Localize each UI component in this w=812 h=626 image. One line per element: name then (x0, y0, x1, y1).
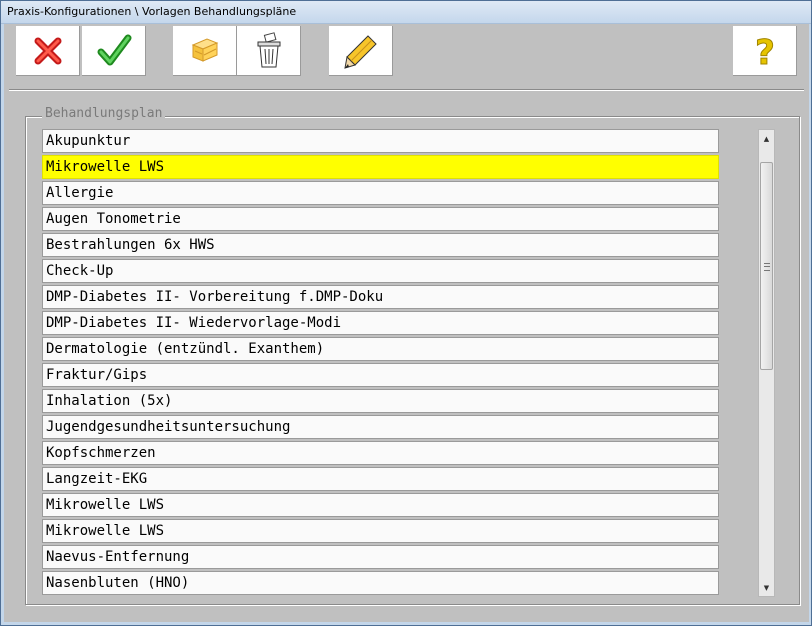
ok-button[interactable] (82, 26, 146, 76)
list-item[interactable]: DMP-Diabetes II- Vorbereitung f.DMP-Doku (42, 285, 719, 309)
edit-button[interactable] (329, 26, 393, 76)
delete-button[interactable] (237, 26, 301, 76)
vertical-scrollbar[interactable]: ▲ ▼ (758, 129, 775, 597)
list-item[interactable]: Akupunktur (42, 129, 719, 153)
scroll-up-button[interactable]: ▲ (759, 130, 774, 147)
list-item[interactable]: DMP-Diabetes II- Wiedervorlage-Modi (42, 311, 719, 335)
stacked-boxes-icon (191, 38, 219, 62)
list-item[interactable]: Dermatologie (entzündl. Exanthem) (42, 337, 719, 361)
list-item[interactable]: Mikrowelle LWS (42, 519, 719, 543)
copy-button[interactable] (173, 26, 237, 76)
group-legend: Behandlungsplan (42, 106, 166, 121)
list-item[interactable]: Mikrowelle LWS (42, 155, 719, 179)
list-item[interactable]: Allergie (42, 181, 719, 205)
list-item[interactable]: Fraktur/Gips (42, 363, 719, 387)
list-item[interactable]: Jugendgesundheitsuntersuchung (42, 415, 719, 439)
main-window: Praxis-Konfigurationen \ Vorlagen Behand… (0, 0, 812, 626)
list-item[interactable]: Bestrahlungen 6x HWS (42, 233, 719, 257)
list-item[interactable]: Nasenbluten (HNO) (42, 571, 719, 595)
trash-can-icon (257, 32, 281, 68)
treatment-plan-list[interactable]: Akupunktur Mikrowelle LWS Allergie Augen To… (42, 129, 719, 597)
cancel-button[interactable] (16, 26, 80, 76)
list-item[interactable]: Naevus-Entfernung (42, 545, 719, 569)
question-mark-icon: ? (755, 33, 776, 72)
pencil-icon (344, 35, 377, 69)
list-item[interactable]: Augen Tonometrie (42, 207, 719, 231)
help-button[interactable]: ? (733, 26, 797, 76)
svg-text:?: ? (755, 33, 775, 71)
grip-icon (764, 263, 770, 271)
scroll-down-button[interactable]: ▼ (759, 579, 774, 596)
title-bar[interactable]: Praxis-Konfigurationen \ Vorlagen Behand… (1, 1, 811, 24)
list-item[interactable]: Mikrowelle LWS (42, 493, 719, 517)
green-check-icon (97, 34, 132, 66)
red-x-icon (34, 37, 62, 65)
list-item[interactable]: Check-Up (42, 259, 719, 283)
window-title: Praxis-Konfigurationen \ Vorlagen Behand… (7, 5, 297, 18)
toolbar-separator (9, 89, 804, 91)
list-item[interactable]: Kopfschmerzen (42, 441, 719, 465)
list-item[interactable]: Langzeit-EKG (42, 467, 719, 491)
client-area: ? Behandlungsplan Akupunktur Mikrowelle L… (4, 24, 809, 622)
list-item[interactable]: Inhalation (5x) (42, 389, 719, 413)
scroll-thumb[interactable] (760, 162, 773, 370)
